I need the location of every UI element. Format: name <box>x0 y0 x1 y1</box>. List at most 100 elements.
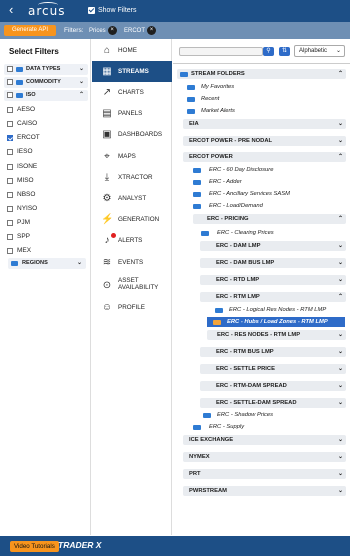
iso-item-nbso[interactable]: NBSO <box>7 190 87 200</box>
analyst-icon: ⚙ <box>102 193 112 204</box>
tree-item-erc-hubs-load-zones[interactable]: ERC - Hubs / Load Zones - RTM LMP <box>207 317 345 327</box>
folder-prt[interactable]: PRT ⌄ <box>183 469 346 479</box>
back-arrow-icon[interactable]: ‹ <box>9 3 13 17</box>
iso-item-caiso[interactable]: CAISO <box>7 119 87 129</box>
profile-icon: ☺ <box>101 302 113 313</box>
generate-api-button[interactable]: Generate API <box>4 25 56 36</box>
iso-item-isone[interactable]: ISONE <box>7 162 87 172</box>
folder-eia[interactable]: EIA ⌄ <box>183 119 346 129</box>
chevron-up-icon: ⌃ <box>337 294 343 300</box>
filter-group-iso[interactable]: ISO ⌃ <box>4 90 88 101</box>
folder-icon <box>213 320 221 325</box>
iso-item-miso[interactable]: MISO <box>7 176 87 186</box>
filter-group-commodity[interactable]: COMMODITY ⌄ <box>4 77 88 88</box>
filters-label: Filters: <box>64 27 84 34</box>
filter-group-regions[interactable]: REGIONS ⌄ <box>8 258 86 269</box>
nav-charts[interactable]: ↗ CHARTS <box>92 82 172 103</box>
show-filters-checkbox[interactable] <box>88 7 95 14</box>
asset-availability-icon: ⊙ <box>102 280 112 291</box>
nav-profile[interactable]: ☺ PROFILE <box>92 297 172 318</box>
folder-icon <box>215 308 223 313</box>
checkbox <box>7 121 13 127</box>
filter-group-data-types[interactable]: DATA TYPES ⌄ <box>4 64 88 75</box>
tree-item-erc-shadow-prices[interactable]: ERC - Shadow Prices <box>195 410 345 420</box>
tree-item-my-favorites[interactable]: My Favorites <box>183 82 343 92</box>
iso-item-spp[interactable]: SPP <box>7 232 87 242</box>
folder-erc-settle-price[interactable]: ERC - SETTLE PRICE ⌄ <box>200 364 346 374</box>
nav-xtractor[interactable]: ⤓ XTRACTOR <box>92 167 172 188</box>
sort-order-button[interactable]: ⇅ <box>279 47 290 56</box>
iso-item-nyiso[interactable]: NYISO <box>7 204 87 214</box>
iso-item-aeso[interactable]: AESO <box>7 105 87 115</box>
folder-erc-rtm-dam-spread[interactable]: ERC - RTM-DAM SPREAD ⌄ <box>200 381 346 391</box>
folder-erc-rtm-lmp[interactable]: ERC - RTM LMP ⌃ <box>200 292 346 302</box>
chevron-down-icon: ⌄ <box>337 260 343 266</box>
folder-erc-settle-dam-spread[interactable]: ERC - SETTLE-DAM SPREAD ⌄ <box>200 398 346 408</box>
checkbox <box>7 248 13 254</box>
search-button[interactable]: ⚲ <box>263 47 274 56</box>
folder-erc-dam-bus-lmp[interactable]: ERC - DAM BUS LMP ⌄ <box>200 258 346 268</box>
tree-item-market-alerts[interactable]: Market Alerts <box>183 106 343 116</box>
chevron-down-icon: ⌄ <box>337 454 343 460</box>
folder-ercot-pre-nodal[interactable]: ERCOT POWER - PRE NODAL ⌄ <box>183 136 346 146</box>
checkbox <box>7 234 13 240</box>
panels-icon: ▤ <box>102 108 112 119</box>
chevron-up-icon: ⌃ <box>337 216 343 222</box>
chevron-down-icon: ⌄ <box>78 66 84 72</box>
sort-select[interactable]: Alphabetic ⌄ <box>294 45 345 57</box>
folder-open-icon <box>180 72 188 77</box>
nav-generation[interactable]: ⚡ GENERATION <box>92 209 172 230</box>
remove-chip-icon[interactable]: × <box>107 26 117 35</box>
checkbox <box>7 220 13 226</box>
chevron-down-icon: ⌄ <box>78 79 84 85</box>
folder-erc-dam-lmp[interactable]: ERC - DAM LMP ⌄ <box>200 241 346 251</box>
folder-erc-pricing[interactable]: ERC - PRICING ⌃ <box>193 214 346 224</box>
checkbox[interactable] <box>7 92 13 98</box>
tree-item-erc-adder[interactable]: ERC - Adder <box>189 177 339 187</box>
nav-analyst[interactable]: ⚙ ANALYST <box>92 188 172 209</box>
folder-icon <box>16 93 23 98</box>
dashboards-icon: ▣ <box>102 129 112 140</box>
video-tutorials-button[interactable]: Video Tutorials <box>10 541 59 552</box>
nav-dashboards[interactable]: ▣ DASHBOARDS <box>92 124 172 145</box>
remove-chip-icon[interactable]: × <box>147 26 156 35</box>
tree-item-erc-logical-res[interactable]: ERC - Logical Res Nodes - RTM LMP <box>203 305 345 315</box>
chevron-down-icon: ⌄ <box>337 349 343 355</box>
tree-item-erc-clearing-prices[interactable]: ERC - Clearing Prices <box>195 228 345 238</box>
iso-item-mex[interactable]: MEX <box>7 246 87 256</box>
iso-item-ieso[interactable]: IESO <box>7 147 87 157</box>
nav-panels[interactable]: ▤ PANELS <box>92 103 172 124</box>
nav-maps[interactable]: ⌖ MAPS <box>92 146 172 167</box>
search-input[interactable] <box>179 47 263 56</box>
events-icon: ≋ <box>102 257 112 268</box>
iso-item-pjm[interactable]: PJM <box>7 218 87 228</box>
stream-folders-root[interactable]: STREAM FOLDERS ⌃ <box>177 69 346 79</box>
chevron-down-icon: ⌄ <box>337 277 343 283</box>
tree-item-erc-load-demand[interactable]: ERC - Load/Demand <box>189 201 339 211</box>
folder-icon <box>193 192 201 197</box>
tree-item-erc-supply[interactable]: ERC - Supply <box>189 422 339 432</box>
folder-nymex[interactable]: NYMEX ⌄ <box>183 452 346 462</box>
checkbox[interactable] <box>7 79 13 85</box>
tree-item-recent[interactable]: Recent <box>183 94 343 104</box>
folder-erc-res-nodes[interactable]: ERC - RES NODES - RTM LMP ⌄ <box>207 330 346 340</box>
nav-streams[interactable]: ▦ STREAMS <box>92 61 172 82</box>
tree-item-erc-ancillary[interactable]: ERC - Ancillary Services SASM <box>189 189 339 199</box>
folder-erc-rtd-lmp[interactable]: ERC - RTD LMP ⌄ <box>200 275 346 285</box>
folder-ice-exchange[interactable]: ICE EXCHANGE ⌄ <box>183 435 346 445</box>
iso-item-ercot[interactable]: ERCOT <box>7 133 87 143</box>
folder-pwrstream[interactable]: PWRSTREAM ⌄ <box>183 486 346 496</box>
checkbox <box>7 192 13 198</box>
folder-ercot-power[interactable]: ERCOT POWER ⌃ <box>183 152 346 162</box>
tree-item-erc-60-day[interactable]: ERC - 60 Day Disclosure <box>189 165 339 175</box>
select-filters-title: Select Filters <box>9 47 59 56</box>
arcus-logo: arcus <box>28 4 66 18</box>
nav-events[interactable]: ≋ EVENTS <box>92 252 172 273</box>
chevron-down-icon: ⌄ <box>76 260 82 266</box>
nav-alerts[interactable]: ♪ ALERTS <box>92 230 172 251</box>
folder-erc-rtm-bus-lmp[interactable]: ERC - RTM BUS LMP ⌄ <box>200 347 346 357</box>
checkbox[interactable] <box>7 66 13 72</box>
nav-asset-availability[interactable]: ⊙ ASSET AVAILABILITY <box>92 274 172 298</box>
filter-chip-label: ERCOT <box>124 28 145 34</box>
nav-home[interactable]: ⌂ HOME <box>92 40 172 61</box>
